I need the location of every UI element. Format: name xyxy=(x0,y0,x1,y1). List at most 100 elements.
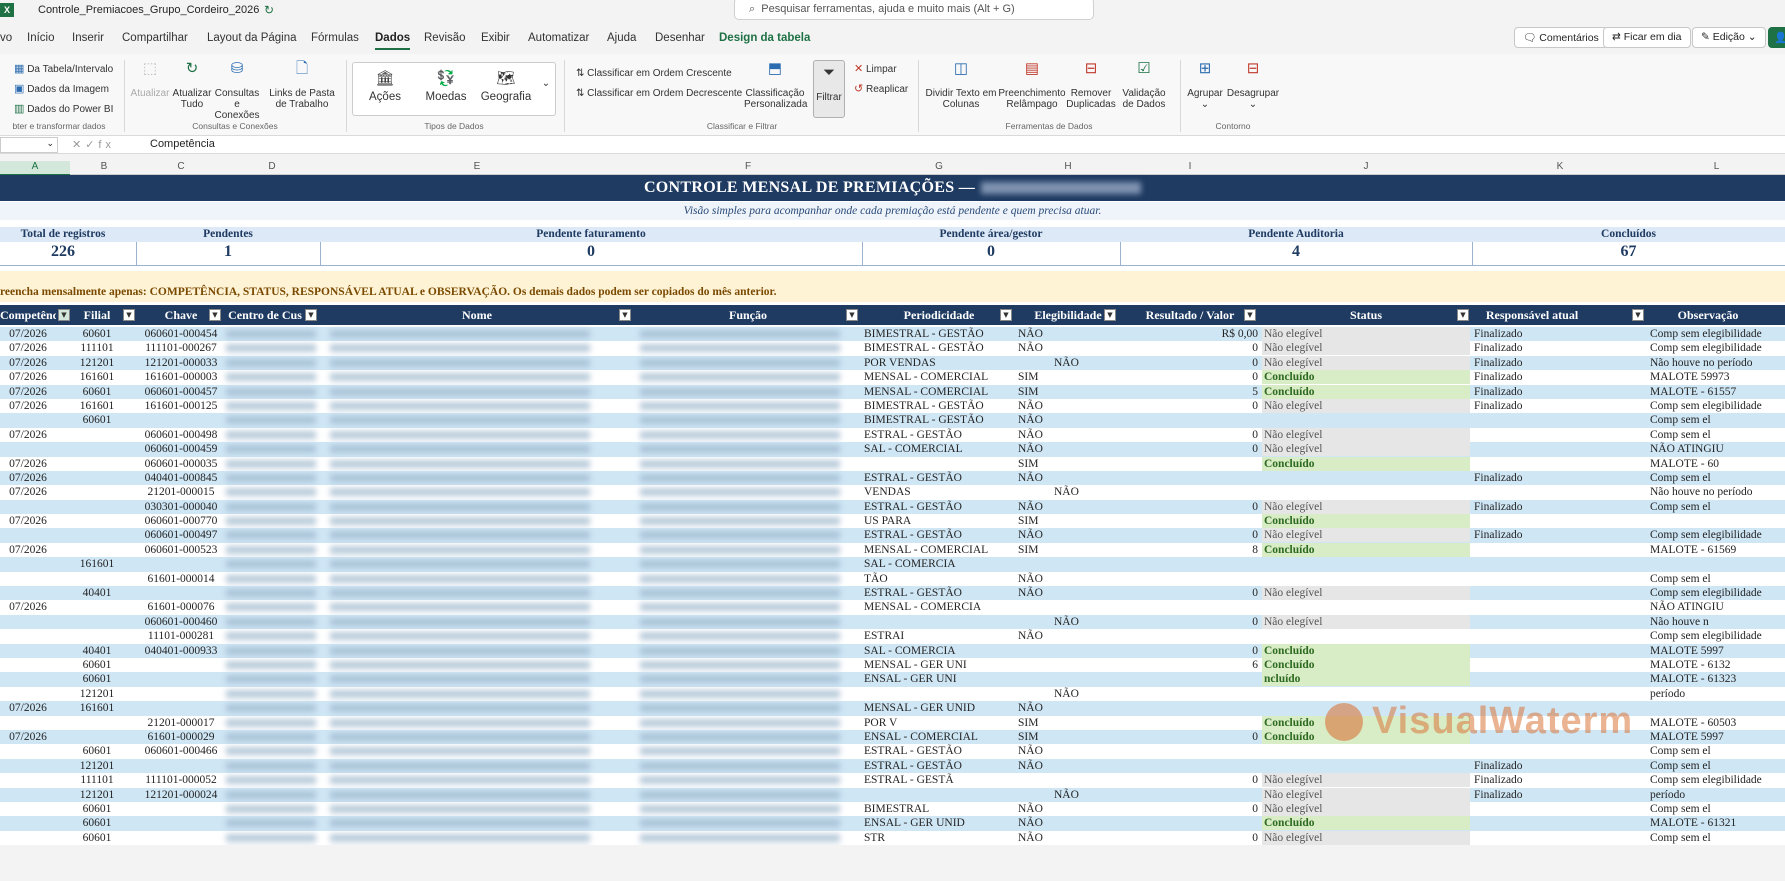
cell-observacao[interactable]: Comp sem elegibilidade xyxy=(1650,586,1785,600)
cell-status[interactable]: Não elegível xyxy=(1262,355,1470,370)
table-row[interactable]: 07/2026 161601 161601-000125 BIMESTRAL - GE… xyxy=(0,398,1785,414)
cell-chave[interactable]: 060601-000460 xyxy=(138,615,224,629)
cell-elegibilidade[interactable]: NÃO xyxy=(1018,500,1058,514)
cell-competencia[interactable]: 07/2026 xyxy=(0,730,56,744)
cell-chave[interactable]: 060601-000035 xyxy=(138,457,224,471)
search-input[interactable]: ⌕ Pesquisar ferramentas, ajuda e muito m… xyxy=(734,0,1094,20)
cell-status[interactable]: Não elegível xyxy=(1262,586,1470,601)
cell-status[interactable]: Concluído xyxy=(1262,384,1470,399)
cell-status[interactable]: Concluído xyxy=(1262,643,1470,658)
cell-periodicidade[interactable]: MENSAL - COMERCIAL xyxy=(864,385,1016,399)
cell-chave[interactable]: 161601-000125 xyxy=(138,399,224,413)
cell-observacao[interactable]: MALOTE - 6132 xyxy=(1650,658,1785,672)
cell-competencia[interactable]: 07/2026 xyxy=(0,514,56,528)
cell-responsavel[interactable]: Finalizado xyxy=(1474,528,1646,542)
cell-chave[interactable]: 121201-000033 xyxy=(138,356,224,370)
cell-competencia[interactable]: 07/2026 xyxy=(0,701,56,715)
cell-observacao[interactable]: Comp sem el xyxy=(1650,500,1785,514)
cell-filial[interactable]: 111101 xyxy=(70,773,124,787)
ungroup-button[interactable]: ⊟ Desagrupar ⌄ xyxy=(1226,60,1280,110)
filter-dropdown-icon[interactable]: ▼ xyxy=(1104,309,1116,321)
filter-dropdown-icon[interactable]: ▼ xyxy=(305,309,317,321)
cell-filial[interactable]: 60601 xyxy=(70,744,124,758)
cell-resultado[interactable]: 0 xyxy=(1140,615,1258,629)
cell-filial[interactable]: 60601 xyxy=(70,413,124,427)
cell-observacao[interactable]: Comp sem elegibilidade xyxy=(1650,341,1785,355)
cell-periodicidade[interactable]: VENDAS xyxy=(864,485,1016,499)
table-row[interactable]: 07/2026 61601-000076 MENSAL - COMERCIA NÃO … xyxy=(0,600,1785,615)
table-row[interactable]: 121201 NÃO período xyxy=(0,686,1785,702)
column-header-c[interactable]: C xyxy=(138,161,224,172)
cell-filial[interactable]: 40401 xyxy=(70,644,124,658)
cell-responsavel[interactable]: Finalizado xyxy=(1474,788,1646,802)
cell-elegibilidade[interactable]: NÃO xyxy=(1018,759,1058,773)
cell-chave[interactable]: 121201-000024 xyxy=(138,788,224,802)
cell-competencia[interactable]: 07/2026 xyxy=(0,356,56,370)
editing-mode-button[interactable]: ✎ Edição ⌄ xyxy=(1692,27,1766,48)
cell-chave[interactable]: 040401-000933 xyxy=(138,644,224,658)
cell-periodicidade[interactable]: SAL - COMERCIAL xyxy=(864,442,1016,456)
cell-competencia[interactable]: 07/2026 xyxy=(0,370,56,384)
table-row[interactable]: 07/2026 060601-000523 MENSAL - COMERCIAL SI… xyxy=(0,542,1785,558)
cell-observacao[interactable]: Comp sem el xyxy=(1650,802,1785,816)
comments-button[interactable]: 🗨 Comentários xyxy=(1514,27,1608,48)
cell-resultado[interactable]: 0 xyxy=(1140,370,1258,384)
cell-elegibilidade[interactable]: NÃO xyxy=(1018,471,1058,485)
table-row[interactable]: 030301-000040 ESTRAL - GESTÃO NÃO 0 Não eleg… xyxy=(0,499,1785,515)
cell-competencia[interactable]: 07/2026 xyxy=(0,327,56,341)
cell-periodicidade[interactable]: ESTRAL - GESTÃO xyxy=(864,759,1016,773)
cell-filial[interactable]: 40401 xyxy=(70,586,124,600)
cell-chave[interactable]: 161601-000003 xyxy=(138,370,224,384)
reapply-button[interactable]: ↺ Reaplicar xyxy=(854,80,908,98)
table-row[interactable]: 60601 MENSAL - GER UNI 6 Concluído MALOTE - … xyxy=(0,657,1785,673)
cell-elegibilidade[interactable]: NÃO xyxy=(1018,816,1058,830)
cell-periodicidade[interactable]: MENSAL - GER UNID xyxy=(864,701,1016,715)
column-header-g[interactable]: G xyxy=(862,161,1016,172)
queries-connections-button[interactable]: ⛁ Consultas e Conexões xyxy=(212,60,262,121)
cell-competencia[interactable]: 07/2026 xyxy=(0,428,56,442)
cell-filial[interactable]: 121201 xyxy=(70,687,124,701)
table-row[interactable]: 121201 ESTRAL - GESTÃO NÃO Finalizado Comp s… xyxy=(0,758,1785,774)
name-box[interactable]: ⌄ xyxy=(0,137,58,153)
cell-elegibilidade[interactable]: SIM xyxy=(1018,457,1058,471)
cell-periodicidade[interactable]: ENSAL - COMERCIAL xyxy=(864,730,1016,744)
flash-fill-button[interactable]: ▤ Preenchimento Relâmpago xyxy=(998,60,1066,110)
cell-filial[interactable]: 121201 xyxy=(70,788,124,802)
cell-responsavel[interactable]: Finalizado xyxy=(1474,399,1646,413)
cell-responsavel[interactable]: Finalizado xyxy=(1474,773,1646,787)
column-header-b[interactable]: B xyxy=(70,161,138,172)
cell-competencia[interactable]: 07/2026 xyxy=(0,399,56,413)
cell-status[interactable]: Não elegível xyxy=(1262,787,1470,802)
from-powerbi-button[interactable]: ▥ Dados do Power BI xyxy=(14,100,113,118)
tab-home[interactable]: Início xyxy=(27,32,55,44)
table-row[interactable]: 07/2026 111101 111101-000267 BIMESTRAL - GE… xyxy=(0,341,1785,356)
cell-periodicidade[interactable]: BIMESTRAL - GESTÃO xyxy=(864,327,1016,341)
cell-resultado[interactable]: 0 xyxy=(1140,428,1258,442)
workbook-links-button[interactable]: 🗋 Links de Pasta de Trabalho xyxy=(264,60,340,110)
cell-periodicidade[interactable]: ESTRAL - GESTÃ xyxy=(864,773,1016,787)
refresh-all-button[interactable]: ↻ Atualizar Tudo xyxy=(172,60,212,110)
cell-status[interactable]: Concluído xyxy=(1262,456,1470,471)
cell-elegibilidade[interactable]: SIM xyxy=(1018,730,1058,744)
table-row[interactable]: 07/2026 060601-000770 US PARA SIM Concluído xyxy=(0,514,1785,529)
tab-file[interactable]: vo xyxy=(0,32,12,44)
table-row[interactable]: 60601 STR NÃO 0 Não elegível Comp sem el xyxy=(0,830,1785,845)
cell-periodicidade[interactable]: ESTRAL - GESTÃO xyxy=(864,471,1016,485)
cell-competencia[interactable]: 07/2026 xyxy=(0,385,56,399)
cell-observacao[interactable]: Comp sem el xyxy=(1650,572,1785,586)
cell-chave[interactable]: 060601-000523 xyxy=(138,543,224,557)
cell-observacao[interactable]: Comp sem elegibilidade xyxy=(1650,399,1785,413)
cell-responsavel[interactable]: Finalizado xyxy=(1474,759,1646,773)
tab-help[interactable]: Ajuda xyxy=(607,32,636,44)
cell-responsavel[interactable]: Finalizado xyxy=(1474,356,1646,370)
cell-resultado[interactable]: 0 xyxy=(1140,528,1258,542)
cell-elegibilidade[interactable]: NÃO xyxy=(1018,413,1058,427)
cell-observacao[interactable]: Comp sem el xyxy=(1650,759,1785,773)
cell-status[interactable]: Não elegível xyxy=(1262,398,1470,413)
cell-status[interactable]: Não elegível xyxy=(1262,341,1470,356)
table-row[interactable]: 060601-000460 NÃO 0 Não elegível Não houve n xyxy=(0,614,1785,630)
cell-status[interactable]: Não elegível xyxy=(1262,830,1470,845)
data-validation-button[interactable]: ☑ Validação de Dados xyxy=(1116,60,1172,110)
cell-observacao[interactable]: Comp sem el xyxy=(1650,428,1785,442)
cell-status[interactable]: Não elegível xyxy=(1262,801,1470,816)
